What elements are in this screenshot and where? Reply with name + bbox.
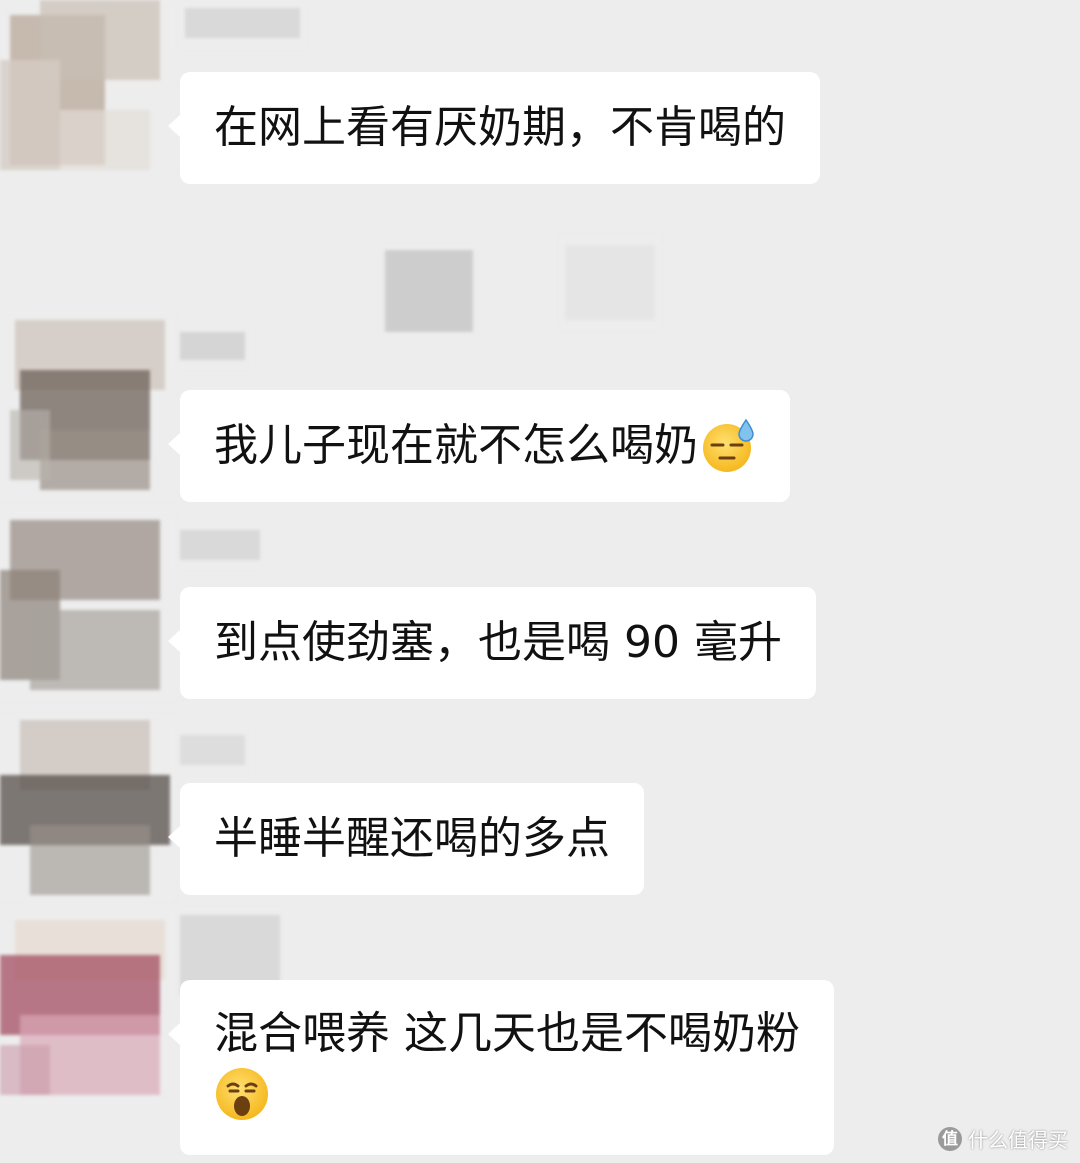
sleeping-emoji-icon [216,1068,268,1120]
watermark: 值 什么值得买 [938,1124,1068,1153]
system-message-blurred [385,245,475,335]
message-text: 到点使劲塞，也是喝 90 毫升 [214,617,782,668]
nickname-blurred [175,320,250,372]
watermark-text: 什么值得买 [968,1128,1068,1152]
message-text: 半睡半醒还喝的多点 [214,813,610,864]
avatar-blurred[interactable] [0,510,175,700]
message-text: 我儿子现在就不怎么喝奶 [214,420,698,471]
smzdm-logo-icon: 值 [938,1126,962,1151]
nickname-blurred [175,0,310,52]
sweat-emoji-icon [703,418,754,472]
message-bubble[interactable]: 半睡半醒还喝的多点 [168,783,644,895]
message-bubble[interactable]: 到点使劲塞，也是喝 90 毫升 [168,587,816,699]
avatar-blurred[interactable] [0,715,175,900]
message-bubble[interactable]: 我儿子现在就不怎么喝奶 [168,390,790,502]
message-bubble[interactable]: 混合喂养 这几天也是不喝奶粉 [168,980,834,1155]
message-text: 混合喂养 这几天也是不喝奶粉 [214,1008,800,1059]
system-message-blurred [560,235,660,330]
message-bubble[interactable]: 在网上看有厌奶期，不肯喝的 [168,72,820,184]
avatar-blurred[interactable] [0,310,175,500]
message-text: 在网上看有厌奶期，不肯喝的 [214,102,786,153]
nickname-blurred [175,520,265,572]
avatar-blurred[interactable] [0,0,175,190]
nickname-blurred [175,725,250,777]
avatar-blurred[interactable] [0,905,175,1105]
